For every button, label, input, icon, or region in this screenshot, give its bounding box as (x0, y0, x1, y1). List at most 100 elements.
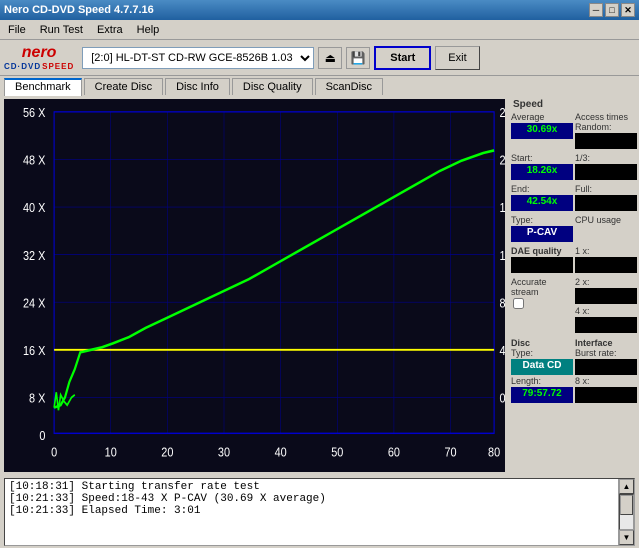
cpu-usage-col: CPU usage (575, 215, 637, 243)
speed-average-col: Average 30.69x (511, 112, 573, 150)
title-bar-controls: ─ □ ✕ (589, 3, 635, 17)
svg-text:32 X: 32 X (23, 248, 45, 263)
svg-text:8 X: 8 X (29, 391, 45, 406)
speed-row3: End: 42.54x Full: (511, 184, 637, 212)
tab-bar: Benchmark Create Disc Disc Info Disc Qua… (0, 76, 639, 95)
svg-text:4: 4 (500, 343, 505, 358)
speed-end-value: 42.54x (511, 195, 573, 211)
menu-help[interactable]: Help (133, 23, 164, 37)
speed-start-value: 18.26x (511, 164, 573, 180)
drive-select[interactable]: [2:0] HL-DT-ST CD-RW GCE-8526B 1.03 (82, 47, 314, 69)
cpu-8x-value (575, 387, 637, 403)
close-button[interactable]: ✕ (621, 3, 635, 17)
access-full-col: Full: (575, 184, 637, 212)
accurate-stream-col: Accurate stream (511, 277, 573, 334)
speed-start-label: Start: (511, 153, 573, 163)
accurate-label: Accurate (511, 277, 573, 287)
stream-label: stream (511, 287, 573, 297)
tab-scan-disc[interactable]: ScanDisc (315, 78, 383, 95)
dae-quality-value (511, 257, 573, 273)
cpu-1x-col: 1 x: (575, 246, 637, 274)
toolbar-icon-eject[interactable]: ⏏ (318, 47, 342, 69)
access-times-title: Access times (575, 112, 637, 122)
svg-text:20: 20 (161, 445, 173, 460)
menu-run-test[interactable]: Run Test (36, 23, 87, 37)
disc-interface-row: Disc Type: Data CD Length: 79:57.72 Inte… (511, 338, 637, 404)
disc-type-value: Data CD (511, 359, 573, 375)
cd-dvd-speed-logo: CD·DVD (4, 62, 41, 71)
cpu-8x-label: 8 x: (575, 376, 637, 386)
access-full-value (575, 195, 637, 211)
dae-quality-col: DAE quality (511, 246, 573, 274)
log-entry-2: [10:21:33] Elapsed Time: 3:01 (9, 505, 614, 517)
speed-start-col: Start: 18.26x (511, 153, 573, 181)
disc-length-label: Length: (511, 376, 573, 386)
speed-row1: Average 30.69x Access times Random: (511, 112, 637, 150)
speed-average-value: 30.69x (511, 123, 573, 139)
svg-text:0: 0 (51, 445, 57, 460)
svg-text:10: 10 (105, 445, 117, 460)
cpu-1x-value (575, 257, 637, 273)
tab-create-disc[interactable]: Create Disc (84, 78, 163, 95)
burst-rate-label: Burst rate: (575, 348, 637, 358)
access-full-label: Full: (575, 184, 637, 194)
svg-text:12: 12 (500, 248, 505, 263)
content-wrapper: 56 X 48 X 40 X 32 X 24 X 16 X 8 X 0 24 2… (0, 95, 639, 548)
access-third-label: 1/3: (575, 153, 637, 163)
cpu-2x-col: 2 x: 4 x: (575, 277, 637, 334)
nero-logo-text: nero (22, 44, 57, 62)
log-scrollbar: ▲ ▼ (618, 479, 634, 545)
log-entry-0: [10:18:31] Starting transfer rate test (9, 481, 614, 493)
toolbar-icon-save[interactable]: 💾 (346, 47, 370, 69)
speed-end-col: End: 42.54x (511, 184, 573, 212)
speed-type-value: P-CAV (511, 226, 573, 242)
svg-text:30: 30 (218, 445, 230, 460)
menu-extra[interactable]: Extra (93, 23, 127, 37)
speed-section-title: Speed (511, 99, 637, 110)
disc-length-value: 79:57.72 (511, 387, 573, 403)
interface-section-title: Interface (575, 338, 637, 348)
svg-text:20: 20 (500, 153, 505, 168)
svg-text:0: 0 (500, 391, 505, 406)
speed-logo-text: SPEED (42, 62, 74, 71)
speed-end-label: End: (511, 184, 573, 194)
tab-disc-quality[interactable]: Disc Quality (232, 78, 313, 95)
start-button[interactable]: Start (374, 46, 431, 70)
svg-text:16 X: 16 X (23, 343, 45, 358)
disc-type-label: Type: (511, 348, 573, 358)
cpu-row2: Accurate stream 2 x: 4 x: (511, 277, 637, 334)
chart-and-panel: 56 X 48 X 40 X 32 X 24 X 16 X 8 X 0 24 2… (0, 95, 639, 476)
title-bar: Nero CD-DVD Speed 4.7.7.16 ─ □ ✕ (0, 0, 639, 20)
right-panel: Speed Average 30.69x Access times Random… (509, 95, 639, 476)
tab-benchmark[interactable]: Benchmark (4, 78, 82, 96)
exit-button[interactable]: Exit (435, 46, 479, 70)
svg-text:56 X: 56 X (23, 105, 45, 120)
scroll-down-button[interactable]: ▼ (619, 530, 634, 545)
access-third-value (575, 164, 637, 180)
title-bar-text: Nero CD-DVD Speed 4.7.7.16 (4, 4, 154, 16)
chart-svg: 56 X 48 X 40 X 32 X 24 X 16 X 8 X 0 24 2… (4, 99, 505, 472)
access-random-value (575, 133, 637, 149)
cpu-row1: DAE quality 1 x: (511, 246, 637, 274)
maximize-button[interactable]: □ (605, 3, 619, 17)
disc-section-title: Disc (511, 338, 573, 348)
menu-file[interactable]: File (4, 23, 30, 37)
scroll-thumb[interactable] (620, 495, 633, 515)
cpu-usage-title: CPU usage (575, 215, 637, 225)
burst-rate-value (575, 359, 637, 375)
tab-disc-info[interactable]: Disc Info (165, 78, 230, 95)
access-times-col: Access times Random: (575, 112, 637, 150)
access-random-label: Random: (575, 122, 637, 132)
minimize-button[interactable]: ─ (589, 3, 603, 17)
speed-average-label: Average (511, 112, 573, 122)
accurate-stream-checkbox[interactable] (513, 298, 524, 309)
svg-text:16: 16 (500, 200, 505, 215)
cpu-2x-value (575, 288, 637, 304)
svg-text:24: 24 (500, 105, 505, 120)
scroll-up-button[interactable]: ▲ (619, 479, 634, 494)
chart-container: 56 X 48 X 40 X 32 X 24 X 16 X 8 X 0 24 2… (4, 99, 505, 472)
scroll-track[interactable] (619, 494, 634, 530)
log-entry-1: [10:21:33] Speed:18-43 X P-CAV (30.69 X … (9, 493, 614, 505)
accurate-stream-checkbox-row (511, 297, 573, 310)
svg-text:8: 8 (500, 295, 505, 310)
